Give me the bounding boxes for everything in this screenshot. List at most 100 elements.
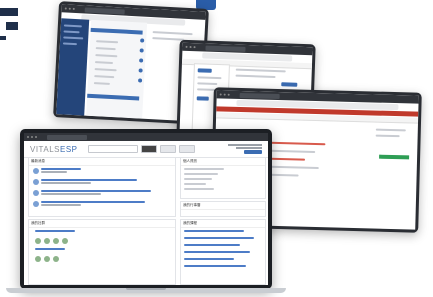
news-link[interactable] [41,168,81,170]
profile-line [184,173,218,175]
course-link[interactable] [184,251,250,253]
text-line [197,82,218,85]
search-input[interactable] [87,145,138,153]
community-avatars [35,238,68,244]
menu-item[interactable] [94,68,117,72]
avatar[interactable] [44,238,50,244]
profile-line [184,183,206,185]
course-link[interactable] [184,265,246,267]
news-panel-title: 最新消息 [29,158,175,166]
laptop-notch [126,288,166,290]
news-text [41,168,81,174]
avatar [33,179,39,185]
filter-button[interactable] [159,145,176,153]
browser-tab[interactable] [239,92,280,99]
community-panel: 我的社群 [28,219,176,285]
menu-button[interactable] [178,145,195,153]
menu-item[interactable] [94,61,114,65]
news-panel: 最新消息 [28,157,176,217]
course-link[interactable] [184,237,254,239]
user-info-line [228,144,262,146]
status-dot-icon [139,58,144,63]
decor-bar [0,36,6,40]
news-link[interactable] [41,190,151,192]
panel-button[interactable] [196,96,209,101]
panel-button[interactable] [197,68,212,73]
menu-item[interactable] [96,40,119,44]
status-icons [137,38,147,88]
decor-bar [0,8,18,16]
window-dot-icon [193,46,196,49]
user-area [228,144,262,154]
menu-item[interactable] [93,82,110,85]
portal-header: VITALSESP [24,141,268,158]
profile-line [184,188,214,190]
courses-panel: 我的課程 [180,219,266,285]
news-meta [41,171,67,173]
text-line [152,37,185,41]
text-line [375,128,406,132]
calendar-panel-title: 我的行事曆 [181,202,265,210]
sidebar-item[interactable] [63,24,82,28]
news-item[interactable] [33,179,137,185]
avatar [33,168,39,174]
sidebar-item[interactable] [62,42,77,46]
text-line [152,31,193,36]
profile-panel-title: 個人資訊 [181,158,265,166]
browser-chrome [24,133,268,141]
courses-panel-title: 我的課程 [181,220,265,228]
portal-logo[interactable]: VITALSESP [30,145,78,154]
news-meta [41,182,91,184]
community-avatars [35,256,59,262]
status-dot-icon [137,78,143,83]
course-link[interactable] [184,258,234,260]
course-link[interactable] [184,244,240,246]
laptop-main-portal: VITALSESP 最新消息 我的社群 個人資訊 我的行事曆 我的課程 [20,129,272,289]
logo-text: VITALS [30,144,60,154]
sidebar-item[interactable] [63,30,80,34]
window-dot-icon [64,7,67,10]
search-button[interactable] [140,145,157,153]
browser-tab[interactable] [205,45,246,52]
text-line [235,74,276,79]
window-dot-icon [72,7,75,10]
news-item[interactable] [33,201,145,207]
sidebar-item[interactable] [63,36,84,40]
news-link[interactable] [41,179,137,181]
decor-bar [6,22,18,30]
window-dot-icon [35,136,37,138]
avatar[interactable] [53,238,59,244]
avatar[interactable] [62,238,68,244]
news-item[interactable] [33,190,151,196]
action-button[interactable] [281,82,298,87]
community-link[interactable] [35,248,65,250]
browser-tab[interactable] [84,7,125,15]
laptop-base [6,288,286,293]
text-line [235,68,286,73]
window-dot-icon [227,93,230,96]
user-info-line [236,147,262,149]
window-dot-icon [31,136,33,138]
text-line [197,76,222,80]
news-item[interactable] [33,168,81,174]
news-meta [41,193,101,195]
course-link[interactable] [184,230,244,232]
news-text [41,190,151,196]
menu-item[interactable] [95,47,116,51]
user-menu-button[interactable] [244,150,262,154]
corner-decoration [0,0,22,40]
avatar[interactable] [44,256,50,262]
community-panel-title: 我的社群 [29,220,175,228]
news-link[interactable] [41,201,145,203]
profile-panel: 個人資訊 [180,157,266,199]
avatar[interactable] [35,256,41,262]
menu-item[interactable] [95,54,118,58]
community-link[interactable] [35,230,75,232]
avatar[interactable] [35,238,41,244]
menu-item[interactable] [94,75,115,79]
window-dot-icon [68,7,71,10]
status-badge [379,154,410,160]
avatar[interactable] [53,256,59,262]
browser-tab[interactable] [47,134,87,140]
window-dot-icon [189,46,192,49]
